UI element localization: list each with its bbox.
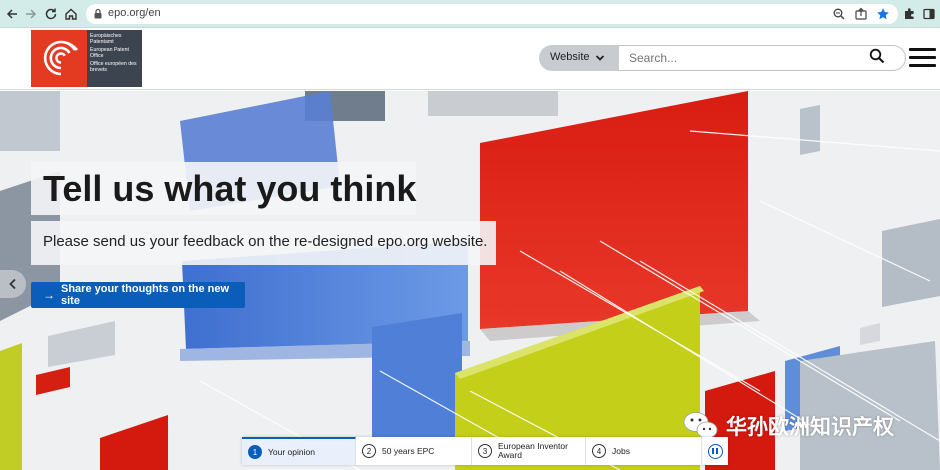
carousel-tab-4[interactable]: 4 Jobs xyxy=(586,437,702,465)
tab-number: 4 xyxy=(592,444,606,458)
search-scope-dropdown[interactable]: Website xyxy=(539,45,619,71)
logo-mark xyxy=(31,30,87,87)
carousel-tab-1[interactable]: 1 Your opinion xyxy=(242,437,356,465)
share-thoughts-label: Share your thoughts on the new site xyxy=(61,283,230,307)
tab-number: 2 xyxy=(362,444,376,458)
hero-title: Tell us what you think xyxy=(43,168,417,209)
site-header: Europäisches Patentamt European Patent O… xyxy=(0,28,940,90)
hero-title-panel: Tell us what you think xyxy=(31,162,416,215)
search-input[interactable] xyxy=(619,45,906,71)
reload-icon[interactable] xyxy=(41,4,61,24)
epo-logo[interactable]: Europäisches Patentamt European Patent O… xyxy=(31,30,142,87)
logo-wordmark: Europäisches Patentamt European Patent O… xyxy=(87,30,142,87)
carousel-tab-2[interactable]: 2 50 years EPC xyxy=(356,437,472,465)
tab-number: 1 xyxy=(248,445,262,459)
bookmark-star-icon[interactable] xyxy=(876,7,890,21)
pause-icon xyxy=(707,443,723,459)
logo-line-de: Europäisches Patentamt xyxy=(90,33,122,45)
arrow-right-icon: → xyxy=(43,288,55,302)
tab-number: 3 xyxy=(478,444,492,458)
share-thoughts-button[interactable]: → Share your thoughts on the new site xyxy=(31,282,245,308)
tab-label: Jobs xyxy=(612,445,630,456)
address-bar[interactable]: epo.org/en xyxy=(86,4,898,24)
hamburger-menu-icon[interactable] xyxy=(909,48,936,70)
url-text: epo.org/en xyxy=(108,7,161,19)
logo-line-fr: Office européen des brevets xyxy=(90,61,137,73)
search-icon[interactable] xyxy=(869,48,889,68)
hero-carousel: Tell us what you think Please send us yo… xyxy=(0,91,940,470)
carousel-tabs: 1 Your opinion 2 50 years EPC 3 European… xyxy=(242,437,728,465)
share-icon[interactable] xyxy=(854,7,868,21)
logo-line-en: European Patent Office xyxy=(90,47,129,59)
forward-arrow-icon[interactable] xyxy=(21,4,41,24)
watermark-text: 华孙欧洲知识产权 xyxy=(726,415,894,439)
extensions-icon[interactable] xyxy=(899,4,919,24)
site-info-icon[interactable] xyxy=(91,7,105,21)
hero-subtitle: Please send us your feedback on the re-d… xyxy=(43,233,488,250)
tab-label: 50 years EPC xyxy=(382,445,435,456)
back-arrow-icon[interactable] xyxy=(2,4,22,24)
tab-label: European Inventor Award xyxy=(498,441,568,460)
hero-subtitle-panel: Please send us your feedback on the re-d… xyxy=(31,221,496,265)
zoom-icon[interactable] xyxy=(832,7,846,21)
search-scope-label: Website xyxy=(550,51,590,63)
tab-label: Your opinion xyxy=(268,446,315,457)
home-icon[interactable] xyxy=(61,4,81,24)
chevron-down-icon xyxy=(595,55,605,61)
chevron-left-icon xyxy=(9,278,16,290)
carousel-tab-3[interactable]: 3 European Inventor Award xyxy=(472,437,586,465)
browser-toolbar: epo.org/en xyxy=(0,0,940,28)
site-search: Website xyxy=(539,45,906,71)
side-panel-icon[interactable] xyxy=(919,4,939,24)
carousel-pause-button[interactable] xyxy=(702,437,728,465)
